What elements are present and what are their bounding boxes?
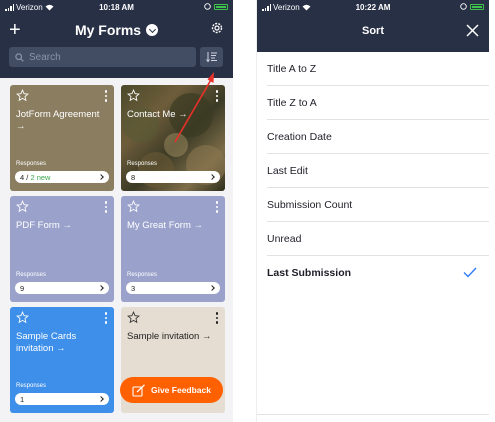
responses-pill[interactable]: 9 xyxy=(15,282,109,294)
more-icon[interactable] xyxy=(104,312,107,324)
divider xyxy=(257,414,489,415)
alarm-icon xyxy=(460,3,467,10)
responses-label: Responses xyxy=(16,383,47,389)
nav-row: + My Forms xyxy=(0,18,233,44)
sort-icon xyxy=(205,52,217,63)
check-icon xyxy=(463,267,477,278)
forms-title-dropdown[interactable]: My Forms xyxy=(0,22,233,38)
sort-option-last-edit[interactable]: Last Edit xyxy=(267,154,489,188)
responses-label: Responses xyxy=(127,161,158,167)
sort-screen: Verizon 10:22 AM Sort Title A to Z Title… xyxy=(256,0,489,422)
status-bar: Verizon 10:18 AM xyxy=(0,0,233,14)
sort-option-label: Last Submission xyxy=(267,267,352,279)
more-icon[interactable] xyxy=(215,90,218,102)
gear-icon[interactable] xyxy=(210,21,224,35)
form-card[interactable]: JotForm Agreement → Responses 4 / 2 new xyxy=(10,85,114,191)
sort-option-creation-date[interactable]: Creation Date xyxy=(267,120,489,154)
more-icon[interactable] xyxy=(215,312,218,324)
star-icon[interactable] xyxy=(127,200,140,213)
search-icon xyxy=(15,52,24,62)
sort-option-label: Title A to Z xyxy=(267,62,317,75)
sort-option-label: Creation Date xyxy=(267,130,332,143)
response-count: 1 xyxy=(20,394,25,404)
form-name: JotForm Agreement → xyxy=(16,109,100,132)
battery-icon xyxy=(214,3,228,10)
status-time: 10:18 AM xyxy=(99,3,134,12)
sort-option-label: Title Z to A xyxy=(267,96,317,109)
status-right xyxy=(204,3,228,10)
form-card[interactable]: Sample Cards invitation → Responses 1 xyxy=(10,307,114,413)
form-name: PDF Form → xyxy=(16,220,72,231)
responses-label: Responses xyxy=(127,272,158,278)
more-icon[interactable] xyxy=(104,201,107,213)
chevron-right-icon xyxy=(98,173,104,180)
star-icon[interactable] xyxy=(16,89,29,102)
form-name: Contact Me → xyxy=(127,109,188,120)
sort-option-unread[interactable]: Unread xyxy=(267,222,489,256)
sort-option-title-z-a[interactable]: Title Z to A xyxy=(267,86,489,120)
feedback-label: Give Feedback xyxy=(150,385,211,395)
sort-option-label: Unread xyxy=(267,232,302,245)
give-feedback-button[interactable]: Give Feedback xyxy=(120,377,223,403)
response-count: 3 xyxy=(131,283,136,293)
feedback-icon xyxy=(132,383,145,397)
star-icon[interactable] xyxy=(127,311,140,324)
response-count: 9 xyxy=(20,283,25,293)
responses-pill[interactable]: 1 xyxy=(15,393,109,405)
status-time: 10:22 AM xyxy=(355,3,391,12)
star-icon[interactable] xyxy=(16,200,29,213)
sort-option-last-submission[interactable]: Last Submission xyxy=(267,256,489,290)
star-icon[interactable] xyxy=(16,311,29,324)
alarm-icon xyxy=(204,3,211,10)
chevron-down-icon xyxy=(146,24,159,36)
form-card[interactable]: PDF Form → Responses 9 xyxy=(10,196,114,302)
page-title: My Forms xyxy=(74,22,142,38)
sort-option-label: Last Edit xyxy=(267,164,308,177)
chevron-right-icon xyxy=(98,284,104,291)
chevron-right-icon xyxy=(98,395,104,402)
status-right xyxy=(460,3,484,10)
new-count: 2 new xyxy=(30,172,51,182)
form-name: Sample Cards invitation → xyxy=(16,331,77,354)
responses-label: Responses xyxy=(16,161,47,167)
search-placeholder: Search xyxy=(29,51,61,63)
responses-label: Responses xyxy=(16,272,47,278)
sort-options-list: Title A to Z Title Z to A Creation Date … xyxy=(267,52,489,290)
form-name: Sample invitation → xyxy=(127,331,212,342)
sort-option-title-a-z[interactable]: Title A to Z xyxy=(267,52,489,86)
close-icon[interactable] xyxy=(466,24,479,37)
responses-pill[interactable]: 3 xyxy=(126,282,220,294)
screenshot-pair: Verizon 10:18 AM + My Forms Search JotFo… xyxy=(0,0,495,422)
page-title: Sort xyxy=(362,25,384,37)
form-card[interactable]: Contact Me → Responses 8 xyxy=(121,85,225,191)
response-count: 8 xyxy=(131,172,136,182)
header-bar: Verizon 10:18 AM + My Forms Search xyxy=(0,0,233,78)
battery-icon xyxy=(470,3,484,10)
responses-pill[interactable]: 8 xyxy=(126,171,220,183)
more-icon[interactable] xyxy=(215,201,218,213)
status-bar: Verizon 10:22 AM xyxy=(257,0,489,14)
sort-header-bar: Verizon 10:22 AM Sort xyxy=(257,0,489,52)
chevron-right-icon xyxy=(209,284,215,291)
star-icon[interactable] xyxy=(127,89,140,102)
form-card[interactable]: My Great Form → Responses 3 xyxy=(121,196,225,302)
sort-option-submission-count[interactable]: Submission Count xyxy=(267,188,489,222)
sort-button[interactable] xyxy=(200,47,223,67)
chevron-right-icon xyxy=(209,173,215,180)
form-name: My Great Form → xyxy=(127,220,204,231)
search-input[interactable]: Search xyxy=(9,47,196,67)
my-forms-screen: Verizon 10:18 AM + My Forms Search JotFo… xyxy=(0,0,233,422)
responses-pill[interactable]: 4 / 2 new xyxy=(15,171,109,183)
sort-option-label: Submission Count xyxy=(267,198,353,211)
more-icon[interactable] xyxy=(104,90,107,102)
